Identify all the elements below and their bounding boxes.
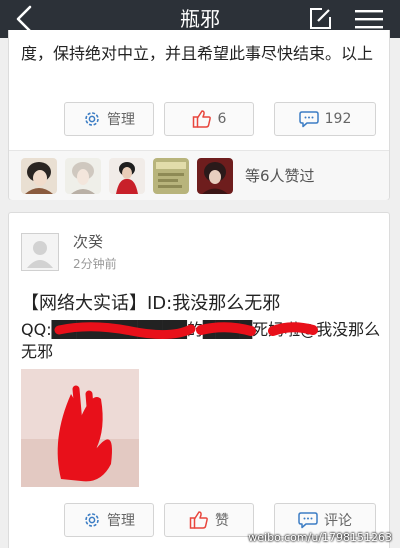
- like-label: 赞: [215, 513, 229, 529]
- redaction-scribble: [54, 322, 318, 339]
- post-title: 【网络大实话】ID:我没那么无邪: [21, 293, 281, 314]
- comment-label: 评论: [324, 513, 352, 529]
- likers-summary[interactable]: 等6人赞过: [245, 151, 315, 201]
- manage-button[interactable]: 管理: [64, 102, 154, 136]
- post-image[interactable]: [21, 369, 139, 487]
- comment-bubble-icon: [298, 512, 318, 529]
- comment-button[interactable]: 192: [274, 102, 376, 136]
- liker-avatar[interactable]: [65, 158, 101, 194]
- author-name[interactable]: 次癸: [73, 231, 103, 252]
- post-text: 度，保持绝对中立，并且希望此事尽快结束。以上: [21, 44, 374, 63]
- like-button[interactable]: 6: [164, 102, 254, 136]
- liker-avatar[interactable]: [109, 158, 145, 194]
- gear-icon: [85, 112, 99, 126]
- post-card: 度，保持绝对中立，并且希望此事尽快结束。以上 管理 6 192 等6人赞过: [8, 30, 390, 200]
- weibo-watermark: weibo.com/u/1798151263: [248, 531, 392, 544]
- thumbs-up-icon: [189, 511, 208, 529]
- liker-avatar[interactable]: [197, 158, 233, 194]
- manage-button[interactable]: 管理: [64, 503, 154, 537]
- comment-bubble-icon: [298, 111, 319, 128]
- gear-icon: [85, 513, 99, 527]
- likers-row[interactable]: 等6人赞过: [9, 150, 389, 200]
- liker-avatar[interactable]: [21, 158, 57, 194]
- like-button[interactable]: 赞: [164, 503, 254, 537]
- post-card: 次癸 2分钟前 【网络大实话】ID:我没那么无邪 QQ:███████████的…: [8, 212, 390, 548]
- manage-label: 管理: [107, 513, 135, 529]
- manage-label: 管理: [107, 112, 135, 128]
- post-image-thumbnail: [21, 369, 139, 487]
- post-time: 2分钟前: [73, 257, 117, 271]
- liker-avatar[interactable]: [153, 158, 189, 194]
- author-avatar[interactable]: [21, 233, 59, 271]
- post-text: QQ:███████████的████死妈啦@我没那么无邪: [21, 319, 381, 363]
- default-avatar-icon: [27, 241, 53, 268]
- like-count: 6: [217, 111, 227, 127]
- thumbs-up-icon: [192, 110, 211, 128]
- comment-count: 192: [324, 111, 352, 127]
